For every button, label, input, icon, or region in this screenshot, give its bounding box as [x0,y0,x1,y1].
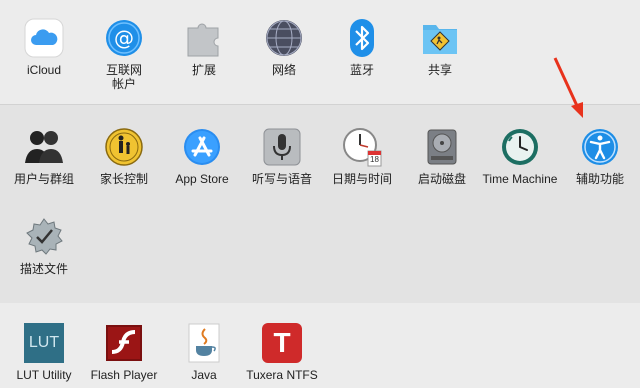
pane-sharing[interactable]: 共享 [400,18,480,77]
tuxera-ntfs-icon: T [262,323,302,363]
pane-label: App Store [175,172,229,186]
pane-extensions[interactable]: 扩展 [164,18,244,77]
pane-app-store[interactable]: App Store [162,127,242,186]
dictation-speech-icon [262,127,302,167]
lut-icon-text: LUT [28,334,60,351]
pane-label: 启动磁盘 [417,172,466,186]
internet-accounts-icon: @ [104,18,144,58]
time-machine-icon [500,127,540,167]
other-section: LUT LUT Utility Flash Player Java T Tuxe… [0,303,640,388]
pane-internet-accounts[interactable]: @ 互联网 帐户 [84,18,164,91]
pane-label: Tuxera NTFS [246,368,318,382]
flash-player-icon [104,323,144,363]
pane-label: LUT Utility [16,368,72,382]
icloud-icon [24,18,64,58]
pane-label: iCloud [26,63,62,77]
pane-label: Flash Player [90,368,158,382]
pane-label: 蓝牙 [349,63,374,77]
pane-flash-player[interactable]: Flash Player [84,323,164,382]
pane-label: 网络 [271,63,296,77]
pane-date-time[interactable]: 18 日期与时间 [322,127,402,186]
network-icon [264,18,304,58]
java-icon [184,323,224,363]
pane-label: 日期与时间 [331,172,392,186]
pane-label: 用户与群组 [13,172,74,186]
pane-tuxera-ntfs[interactable]: T Tuxera NTFS [242,323,322,382]
profiles-icon [24,217,64,257]
pane-parental-controls[interactable]: 家长控制 [84,127,164,186]
pane-lut-utility[interactable]: LUT LUT Utility [4,323,84,382]
pane-bluetooth[interactable]: 蓝牙 [322,18,402,77]
tuxera-icon-text: T [273,327,291,358]
pane-label: 辅助功能 [575,172,624,186]
bluetooth-icon [342,18,382,58]
users-groups-icon [24,127,64,167]
pane-dictation-speech[interactable]: 听写与语音 [242,127,322,186]
pane-label: Java [191,368,217,382]
system-section: 用户与群组 家长控制 App Store 听写与语音 18 日期与时间 启动磁盘 [0,104,640,304]
lut-utility-icon: LUT [24,323,64,363]
pane-icloud[interactable]: iCloud [4,18,84,77]
pane-label: 听写与语音 [251,172,312,186]
pane-accessibility[interactable]: 辅助功能 [560,127,640,186]
date-time-icon: 18 [342,127,382,167]
pane-label: Time Machine [482,172,558,186]
pane-label: 家长控制 [99,172,148,186]
startup-disk-icon [422,127,462,167]
pane-network[interactable]: 网络 [244,18,324,77]
parental-controls-icon [104,127,144,167]
pane-label: 互联网 帐户 [105,63,142,91]
pane-time-machine[interactable]: Time Machine [480,127,560,186]
pane-label: 扩展 [191,63,216,77]
app-store-icon [182,127,222,167]
pane-startup-disk[interactable]: 启动磁盘 [402,127,482,186]
svg-text:@: @ [114,26,134,50]
calendar-day-text: 18 [370,155,379,164]
pane-label: 描述文件 [19,262,68,276]
extensions-icon [184,18,224,58]
pane-java[interactable]: Java [164,323,244,382]
pane-users-groups[interactable]: 用户与群组 [4,127,84,186]
pane-label: 共享 [427,63,452,77]
internet-wireless-section: iCloud @ 互联网 帐户 扩展 网络 蓝牙 共享 [0,0,640,104]
accessibility-icon [580,127,620,167]
sharing-icon [420,18,460,58]
pane-profiles[interactable]: 描述文件 [4,217,84,276]
